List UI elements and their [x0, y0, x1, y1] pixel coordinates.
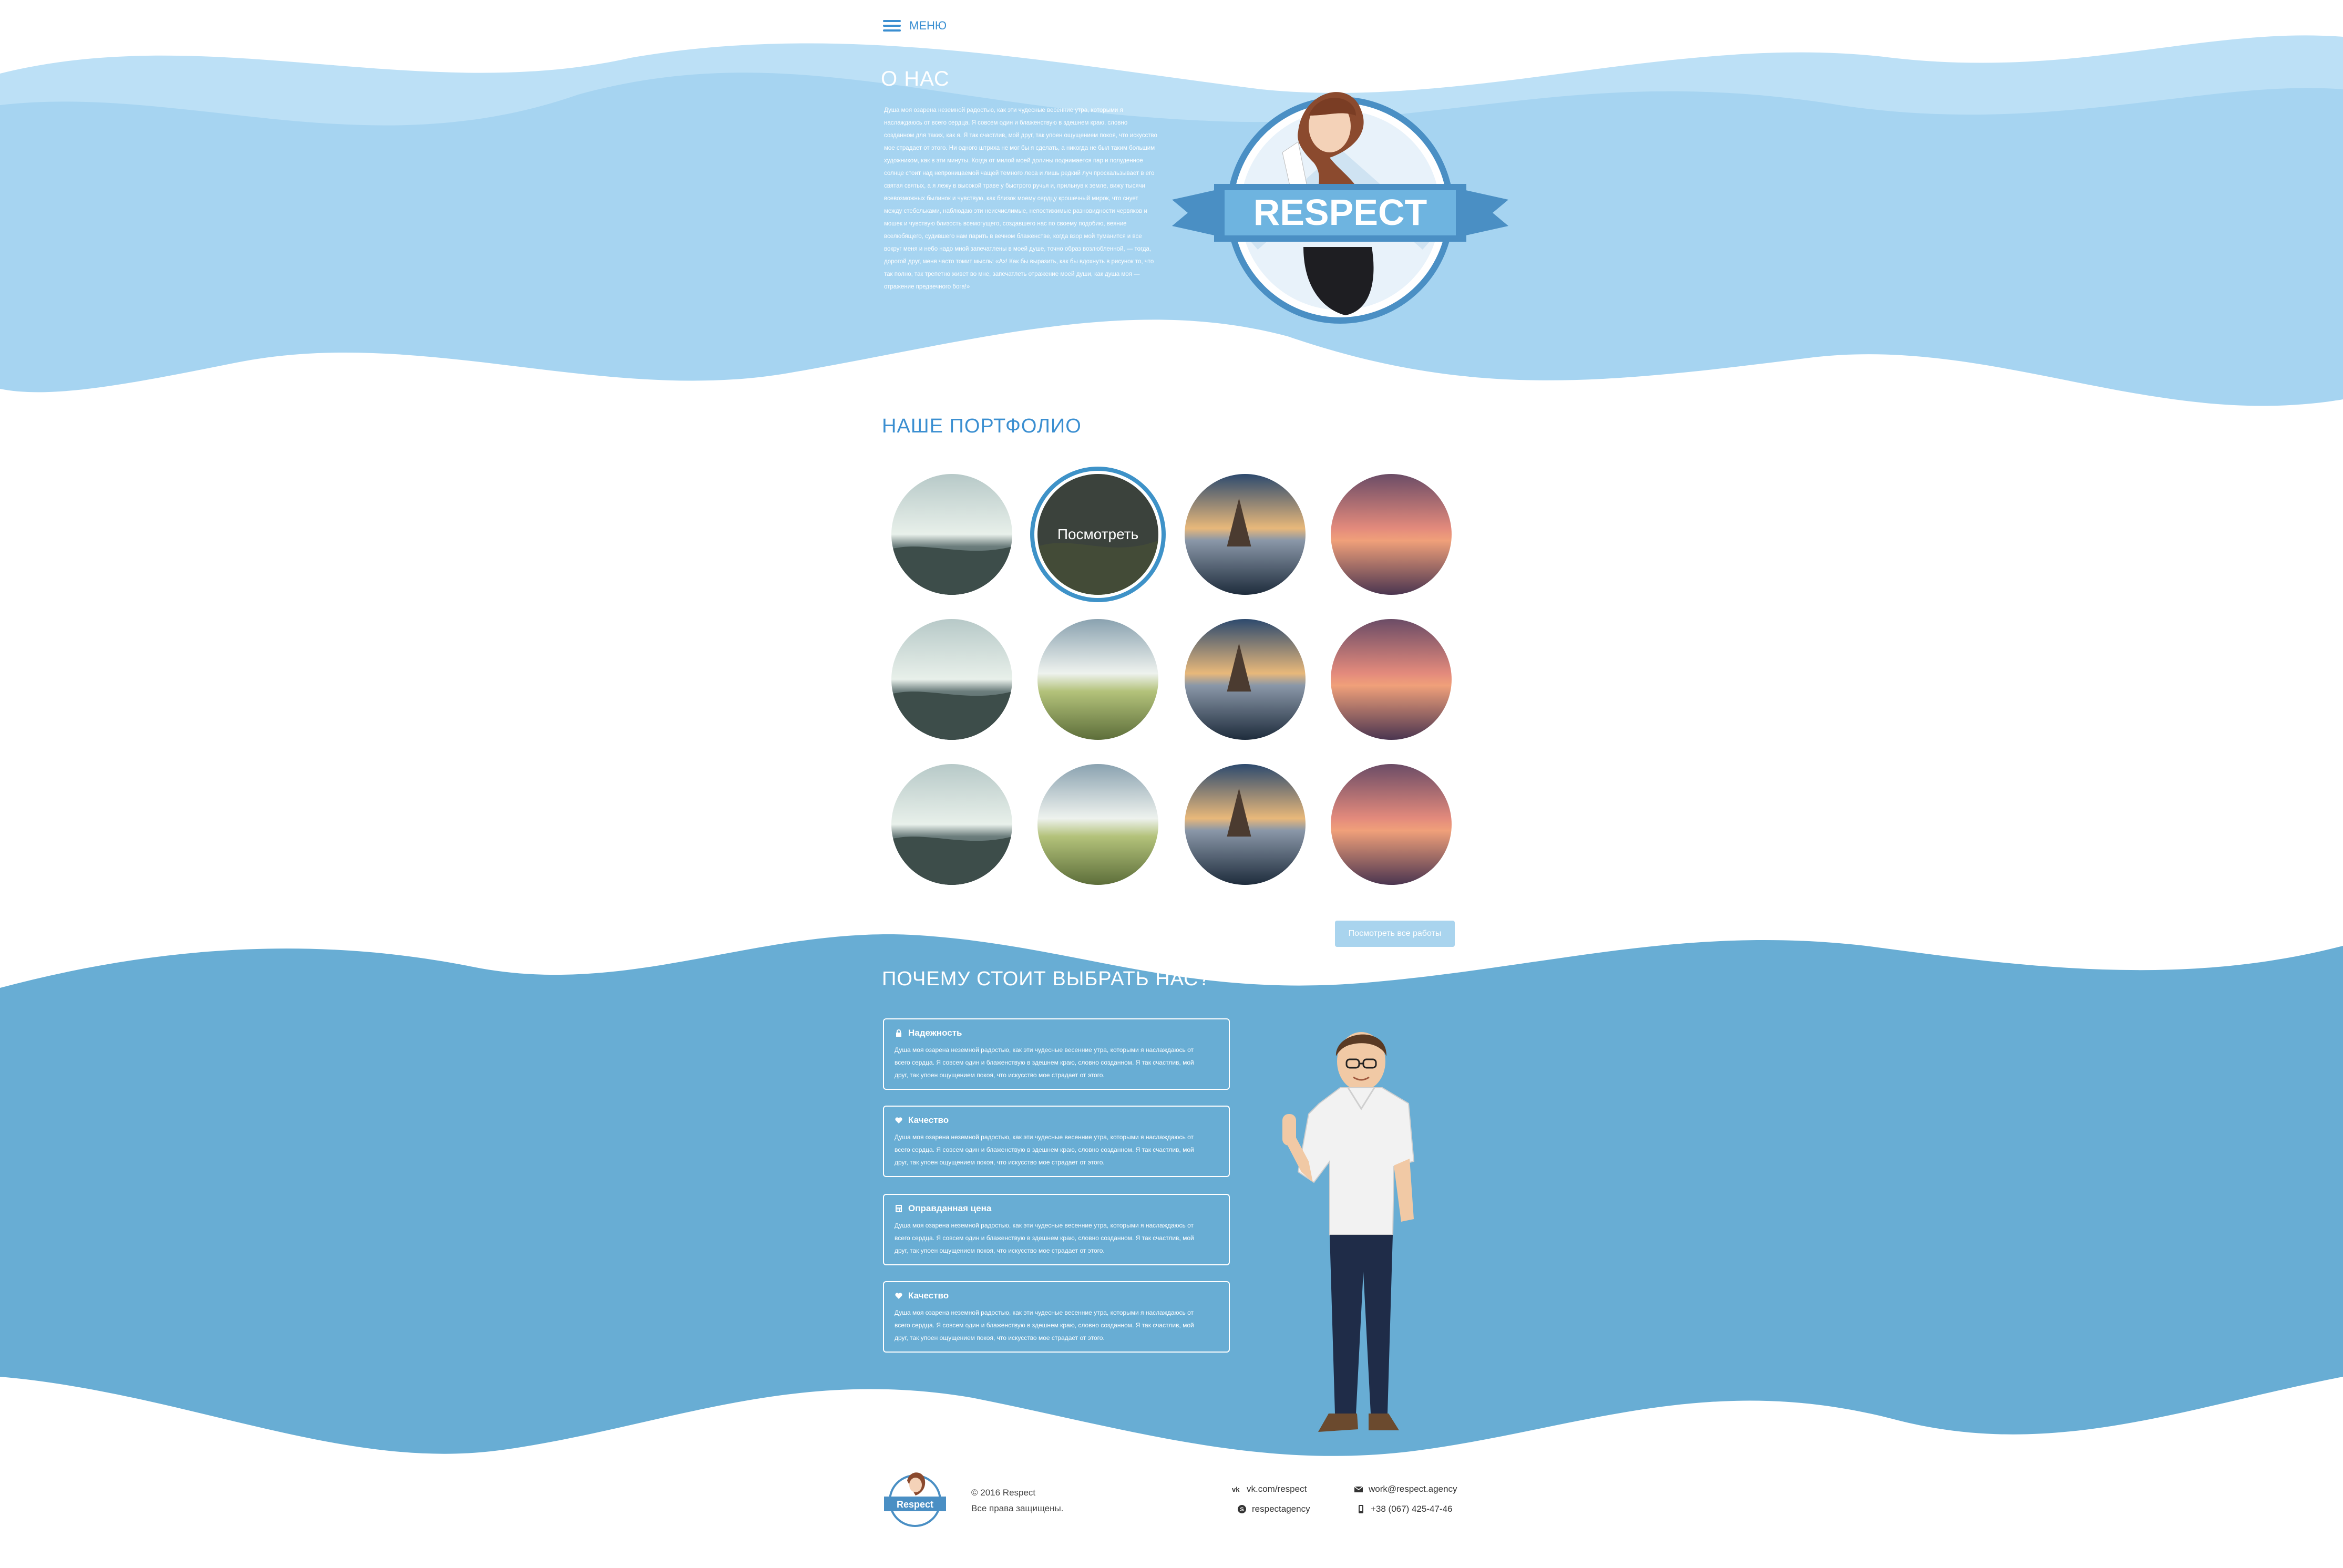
portfolio-item[interactable] — [1185, 474, 1306, 595]
feature-title: Оправданная цена — [908, 1203, 992, 1213]
why-title: ПОЧЕМУ СТОИТ ВЫБРАТЬ НАС? — [882, 968, 1210, 990]
email-text: work@respect.agency — [1369, 1484, 1457, 1494]
feature-text: Душа моя озарена неземной радостью, как … — [895, 1309, 1194, 1342]
portfolio-item[interactable] — [1331, 764, 1452, 885]
portfolio-item[interactable] — [891, 619, 1012, 740]
portfolio-item[interactable] — [1185, 619, 1306, 740]
skype-link[interactable]: S respectagency — [1237, 1504, 1310, 1514]
portfolio-hover-ring — [1030, 467, 1166, 602]
feature-text: Душа моя озарена неземной радостью, как … — [895, 1133, 1194, 1166]
respect-logo: RESPECT — [1172, 92, 1508, 324]
about-text: Душа моя озарена неземной радостью, как … — [884, 107, 1157, 290]
feature-card: Качество Душа моя озарена неземной радос… — [883, 1281, 1230, 1353]
phone-icon — [1359, 1505, 1363, 1513]
about-title: О НАС — [881, 67, 950, 90]
footer-logo-text: Respect — [897, 1499, 933, 1510]
heart-icon — [895, 1117, 902, 1123]
phone-text: +38 (067) 425-47-46 — [1371, 1504, 1453, 1514]
calculator-icon — [896, 1205, 902, 1212]
feature-text: Душа моя озарена неземной радостью, как … — [895, 1046, 1194, 1079]
feature-title: Качество — [908, 1115, 949, 1125]
vk-text: vk.com/respect — [1247, 1484, 1307, 1494]
envelope-icon — [1354, 1486, 1363, 1492]
logo-text: RESPECT — [1253, 192, 1427, 233]
svg-text:vk: vk — [1232, 1486, 1240, 1493]
footer-copyright: © 2016 Respect Все права защищены. — [971, 1485, 1063, 1517]
heart-icon — [895, 1293, 902, 1299]
all-works-button[interactable]: Посмотреть все работы — [1335, 921, 1455, 947]
vk-link[interactable]: vk vk.com/respect — [1232, 1484, 1307, 1494]
email-link[interactable]: work@respect.agency — [1354, 1484, 1457, 1494]
portfolio-title: НАШЕ ПОРТФОЛИО — [882, 415, 1082, 437]
rights-text: Все права защищены. — [971, 1503, 1064, 1513]
portfolio-item[interactable] — [1331, 474, 1452, 595]
portfolio-item[interactable] — [1037, 619, 1158, 740]
hamburger-icon — [883, 20, 901, 32]
menu-button[interactable]: МЕНЮ — [883, 19, 947, 33]
portfolio-item[interactable] — [1037, 764, 1158, 885]
feature-title: Качество — [908, 1291, 949, 1301]
copyright-text: © 2016 Respect — [971, 1488, 1036, 1498]
portfolio-item[interactable] — [1331, 619, 1452, 740]
feature-text: Душа моя озарена неземной радостью, как … — [895, 1222, 1194, 1254]
skype-text: respectagency — [1252, 1504, 1310, 1514]
feature-title: Надежность — [908, 1028, 962, 1038]
vk-icon: vk — [1232, 1486, 1240, 1493]
lock-icon — [896, 1029, 901, 1037]
footer-logo: Respect — [884, 1472, 946, 1527]
skype-icon: S — [1238, 1505, 1246, 1513]
man-illustration — [1282, 1032, 1415, 1432]
portfolio-item[interactable] — [1185, 764, 1306, 885]
portfolio-item[interactable] — [891, 474, 1012, 595]
menu-label: МЕНЮ — [909, 19, 947, 32]
phone-link[interactable]: +38 (067) 425-47-46 — [1356, 1504, 1452, 1514]
feature-card: Качество Душа моя озарена неземной радос… — [883, 1106, 1230, 1177]
portfolio-item[interactable] — [891, 764, 1012, 885]
svg-text:S: S — [1240, 1507, 1244, 1513]
feature-card: Надежность Душа моя озарена неземной рад… — [883, 1018, 1230, 1090]
feature-card: Оправданная цена Душа моя озарена неземн… — [883, 1194, 1230, 1265]
